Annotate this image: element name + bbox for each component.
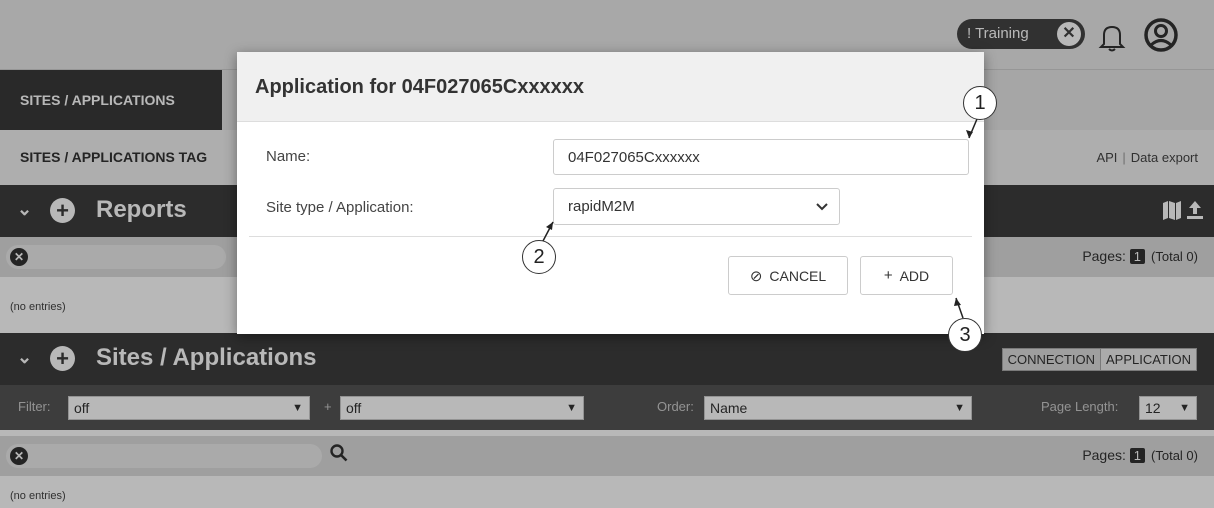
name-field[interactable] — [553, 139, 969, 175]
chevron-down-icon — [816, 203, 828, 211]
dialog-header: Application for 04F027065Cxxxxxx — [237, 52, 984, 122]
add-button[interactable]: + ADD — [860, 256, 953, 295]
cancel-label: CANCEL — [769, 267, 827, 284]
site-type-value: rapidM2M — [568, 198, 635, 215]
add-label: ADD — [899, 267, 930, 284]
callout-3: 3 — [948, 318, 982, 352]
name-label: Name: — [266, 148, 311, 165]
cancel-button[interactable]: ⊘ CANCEL — [728, 256, 848, 295]
application-dialog: Application for 04F027065Cxxxxxx Name: S… — [237, 52, 984, 334]
callout-2: 2 — [522, 240, 556, 274]
site-type-select[interactable]: rapidM2M — [553, 188, 840, 225]
site-type-label: Site type / Application: — [266, 199, 414, 216]
callout-1: 1 — [963, 86, 997, 120]
dialog-divider — [249, 236, 972, 237]
cancel-icon: ⊘ — [749, 267, 763, 285]
dialog-title: Application for 04F027065Cxxxxxx — [255, 76, 585, 98]
plus-icon: + — [883, 267, 893, 284]
